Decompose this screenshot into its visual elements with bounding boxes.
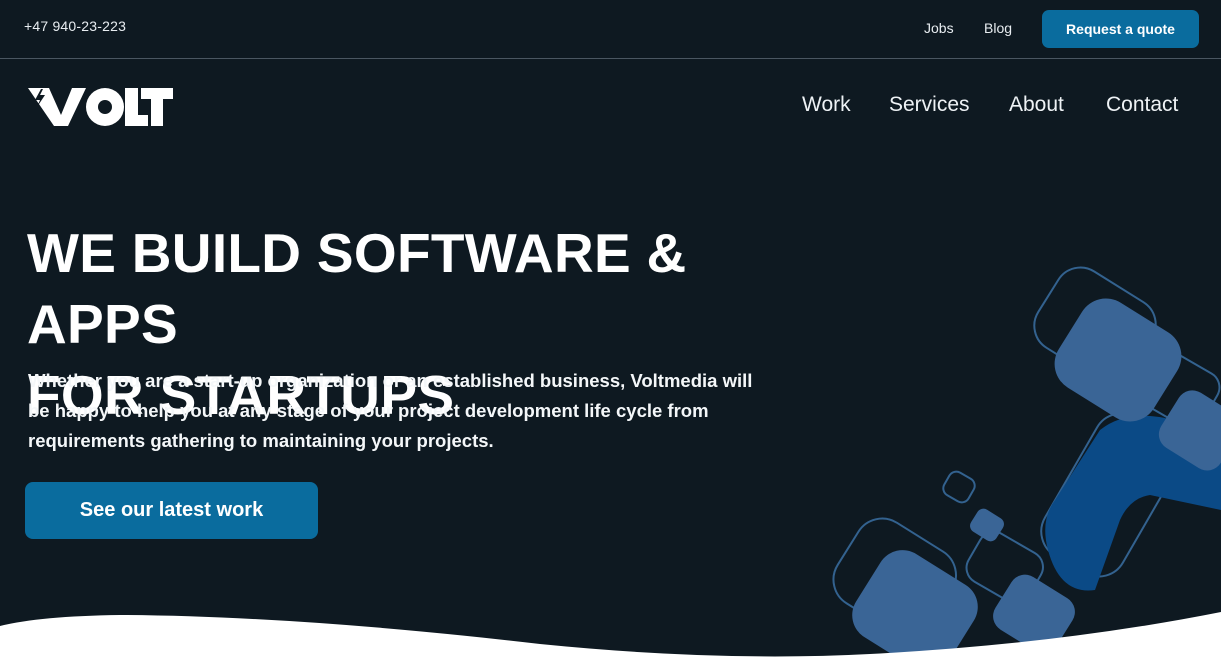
hero-title-line-1: WE BUILD SOFTWARE & APPS bbox=[27, 222, 687, 355]
request-quote-button[interactable]: Request a quote bbox=[1042, 10, 1199, 48]
blog-link[interactable]: Blog bbox=[984, 20, 1012, 36]
nav-services[interactable]: Services bbox=[889, 93, 970, 117]
jobs-link[interactable]: Jobs bbox=[924, 20, 954, 36]
bottom-wave bbox=[0, 612, 1221, 668]
nav-work[interactable]: Work bbox=[802, 93, 851, 117]
see-latest-work-button[interactable]: See our latest work bbox=[25, 482, 318, 539]
nav-about[interactable]: About bbox=[1009, 93, 1064, 117]
nav-contact[interactable]: Contact bbox=[1106, 93, 1178, 117]
hero-subtitle: Whether you are a start-up organization … bbox=[28, 370, 753, 451]
top-bar: +47 940-23-223 Jobs Blog Request a quote bbox=[0, 0, 1221, 59]
volt-logo[interactable] bbox=[28, 87, 174, 127]
phone-number[interactable]: +47 940-23-223 bbox=[24, 18, 126, 34]
